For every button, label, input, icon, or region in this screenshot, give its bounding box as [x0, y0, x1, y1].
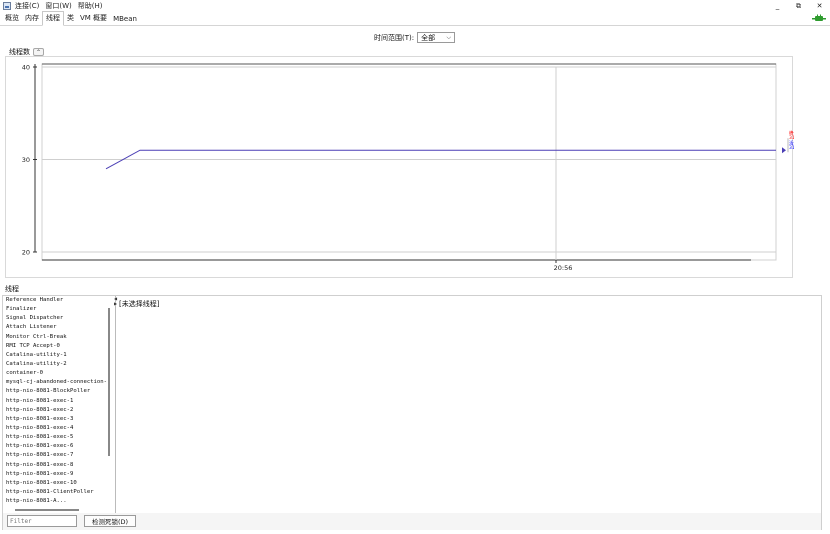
menu-item[interactable]: 帮助(H) — [78, 1, 103, 11]
chevron-down-icon: ⌵ — [446, 33, 452, 41]
thread-list-item[interactable]: Finalizer — [3, 305, 107, 314]
thread-list-item[interactable]: Catalina-utility-1 — [3, 351, 107, 360]
thread-list-item[interactable]: container-0 — [3, 369, 107, 378]
thread-list-item[interactable]: http-nio-8081-exec-5 — [3, 433, 107, 442]
filter-input[interactable] — [7, 515, 77, 527]
tab-item[interactable]: VM 概要 — [77, 12, 110, 25]
tab-item[interactable]: MBean — [110, 14, 140, 25]
tab-item[interactable]: 线程 — [42, 11, 64, 26]
thread-list-item[interactable]: Signal Dispatcher — [3, 314, 107, 323]
thread-list-item[interactable]: Monitor Ctrl-Break — [3, 333, 107, 342]
time-range-value: 全部 — [421, 33, 436, 42]
thread-list-horizontal-scrollbar[interactable] — [15, 509, 79, 511]
tab-item[interactable]: 内存 — [22, 12, 42, 25]
threads-panel: Reference Handler Finalizer Signal Dispatc… — [2, 295, 822, 530]
thread-list-item[interactable]: http-nio-8081-exec-8 — [3, 461, 107, 470]
tab-item[interactable]: 类 — [64, 12, 77, 25]
thread-list-vertical-scrollbar[interactable] — [108, 308, 110, 456]
y-tick-label: 30 — [22, 156, 30, 164]
threads-bottom-bar: 检测死锁(D) — [3, 513, 821, 530]
time-range-row: 时间范围(T): 全部 ⌵ — [374, 32, 456, 43]
thread-list-item[interactable]: http-nio-8081-exec-4 — [3, 424, 107, 433]
thread-list-item[interactable]: Catalina-utility-2 — [3, 360, 107, 369]
thread-count-chart-svg: 40302020:56峰值31活动线程31 — [22, 63, 807, 272]
time-range-select[interactable]: 全部 ⌵ — [417, 32, 456, 43]
time-range-label: 时间范围(T): — [374, 33, 415, 42]
app-icon — [3, 2, 11, 10]
close-button[interactable]: ✕ — [809, 0, 830, 12]
menu-bar: 连接(C) 窗口(W) 帮助(H) — [15, 1, 108, 11]
x-tick-label: 20:56 — [554, 264, 573, 272]
thread-list-item[interactable]: http-nio-8081-exec-1 — [3, 397, 107, 406]
restore-button[interactable]: ⧉ — [788, 0, 809, 12]
thread-count-chart: 40302020:56峰值31活动线程31 — [5, 56, 807, 278]
threads-title: 线程 — [5, 285, 19, 293]
thread-list-item[interactable]: mysql-cj-abandoned-connection- — [3, 378, 107, 387]
thread-list-item[interactable]: http-nio-8081-BlockPoller — [3, 387, 107, 396]
thread-detail-text: [未选择线程] — [119, 300, 160, 308]
thread-list-item[interactable]: http-nio-8081-exec-9 — [3, 470, 107, 479]
title-bar: 连接(C) 窗口(W) 帮助(H) _ ⧉ ✕ — [0, 0, 830, 12]
thread-list-item[interactable]: http-nio-8081-ClientPoller — [3, 488, 107, 497]
thread-list-item[interactable]: http-nio-8081-exec-3 — [3, 415, 107, 424]
legend-marker-icon — [782, 147, 786, 154]
y-tick-label: 20 — [22, 249, 30, 257]
menu-item[interactable]: 连接(C) — [15, 1, 39, 11]
thread-list-item[interactable]: http-nio-8081-exec-2 — [3, 406, 107, 415]
thread-list-item[interactable]: Attach Listener — [3, 323, 107, 332]
collapse-icon[interactable]: ⌃ — [33, 48, 44, 56]
window-controls: _ ⧉ ✕ — [767, 0, 830, 12]
splitter-right-arrow-icon[interactable]: ▶ — [114, 302, 117, 306]
threads-header: 线程 — [5, 284, 19, 294]
plot-frame — [41, 63, 777, 261]
thread-list[interactable]: Reference Handler Finalizer Signal Dispatc… — [3, 296, 107, 509]
y-tick-label: 40 — [22, 64, 30, 72]
thread-list-item[interactable]: http-nio-8081-exec-6 — [3, 442, 107, 451]
thread-list-item[interactable]: Reference Handler — [3, 296, 107, 305]
connection-plug-icon — [812, 14, 826, 21]
menu-item[interactable]: 窗口(W) — [45, 1, 71, 11]
split-pane-divider[interactable]: ◀ ▶ — [114, 296, 117, 513]
legend-series-value: 31 — [789, 135, 794, 141]
thread-list-item[interactable]: http-nio-8081-A... — [3, 497, 107, 506]
tab-bar: 概览 内存 线程类 VM 概要 MBean — [0, 11, 830, 26]
thread-list-item[interactable]: RMI TCP Accept-0 — [3, 342, 107, 351]
minimize-button[interactable]: _ — [767, 0, 788, 12]
legend-series-value: 31 — [789, 145, 794, 151]
thread-list-item[interactable]: http-nio-8081-exec-10 — [3, 479, 107, 488]
detect-deadlock-button[interactable]: 检测死锁(D) — [84, 515, 136, 527]
tab-item[interactable]: 概览 — [2, 12, 22, 25]
thread-list-item[interactable]: http-nio-8081-exec-7 — [3, 451, 107, 460]
